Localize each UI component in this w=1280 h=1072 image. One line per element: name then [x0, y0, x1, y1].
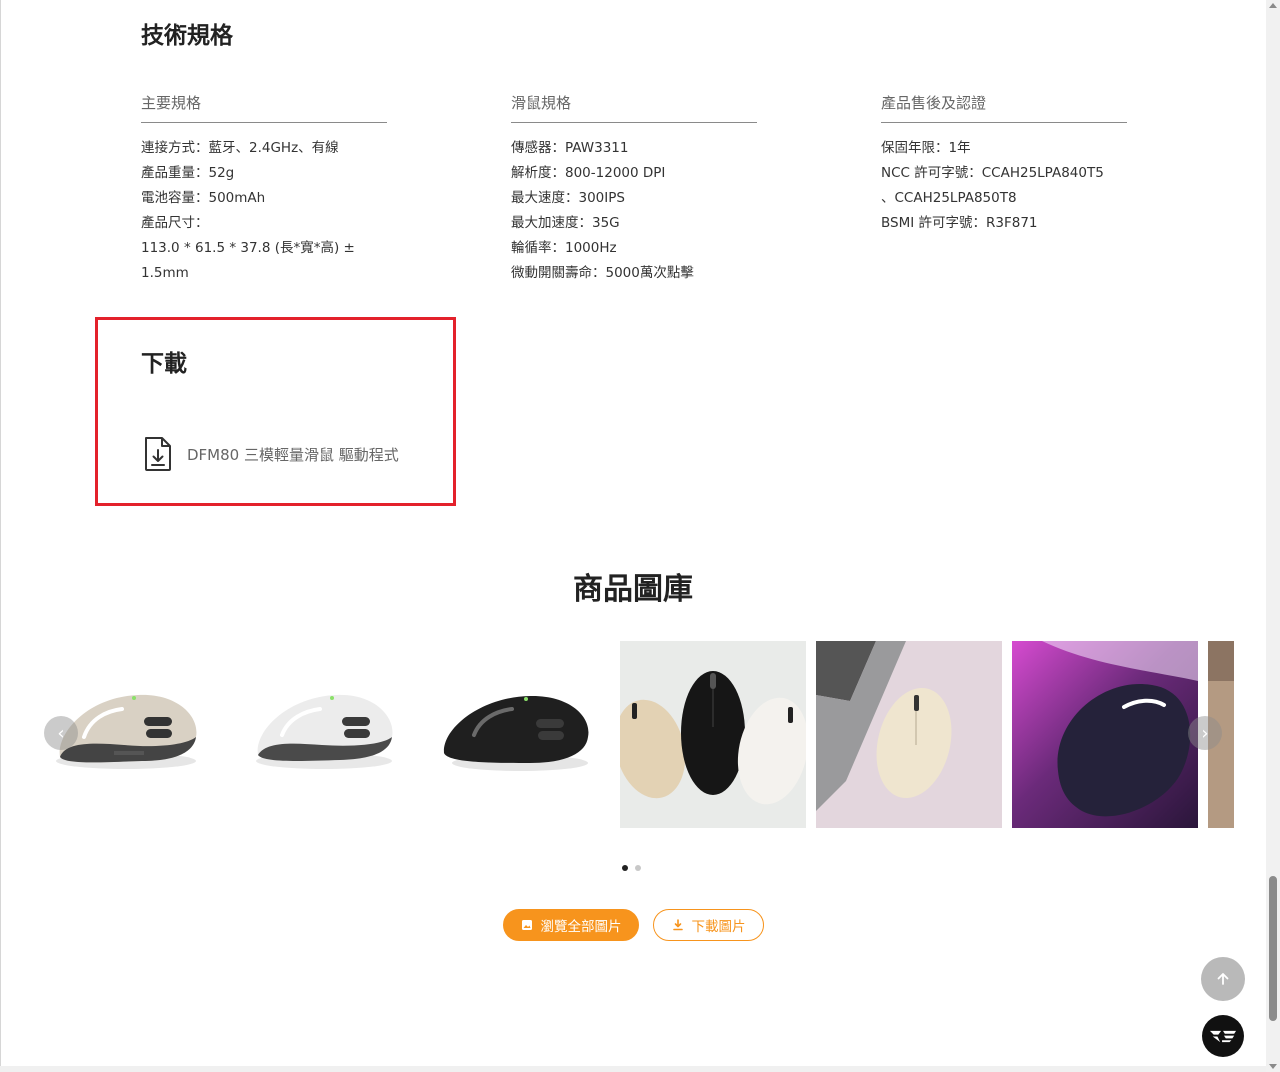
spec-item: 113.0 * 61.5 * 37.8 (長*寬*高) ± 1.5mm	[141, 240, 355, 281]
gallery-title: 商品圖庫	[573, 572, 693, 607]
page-scrollbar[interactable]	[1266, 0, 1280, 1072]
gallery-image-black-mouse[interactable]	[418, 641, 604, 828]
spec-item: 最大加速度：35G	[511, 215, 620, 231]
spec-item: 電池容量：500mAh	[141, 190, 266, 206]
page-footer-edge	[0, 1066, 1266, 1072]
spec-item: NCC 許可字號：CCAH25LPA840T5	[881, 165, 1104, 181]
spec-heading-warranty: 產品售後及認證	[881, 92, 1127, 123]
spec-heading-mouse: 滑鼠規格	[511, 92, 757, 123]
brand-logo-icon	[1209, 1030, 1237, 1042]
spec-item: 解析度：800-12000 DPI	[511, 165, 666, 181]
image-icon	[521, 920, 532, 930]
arrow-up-icon	[1217, 973, 1229, 985]
spec-column-main: 主要規格 連接方式：藍牙、2.4GHz、有線 產品重量：52g 電池容量：500…	[141, 92, 387, 286]
spec-item: 輪循率：1000Hz	[511, 240, 617, 256]
scroll-down-icon[interactable]	[1269, 1064, 1277, 1069]
spec-column-mouse: 滑鼠規格 傳感器：PAW3311 解析度：800-12000 DPI 最大速度：…	[511, 92, 757, 286]
specs-title: 技術規格	[141, 23, 233, 49]
scrollbar-thumb[interactable]	[1269, 876, 1277, 1021]
scroll-up-icon[interactable]	[1269, 3, 1277, 8]
spec-item: 、CCAH25LPA850T8	[881, 190, 1017, 206]
download-images-label: 下載圖片	[691, 919, 746, 935]
gallery-image-three-mice[interactable]	[620, 641, 806, 828]
spec-item: 最大速度：300IPS	[511, 190, 625, 206]
gallery-page-dot[interactable]	[622, 865, 628, 871]
spec-heading-main: 主要規格	[141, 92, 387, 123]
gallery-pagination	[622, 865, 641, 871]
gallery-image-mouse-on-desk[interactable]	[816, 641, 1002, 828]
page-border	[0, 0, 1, 1072]
gallery-image-white-mouse[interactable]	[222, 641, 408, 828]
spec-item: 微動開關壽命：5000萬次點擊	[511, 265, 694, 281]
download-title: 下載	[141, 351, 187, 377]
product-gallery	[26, 641, 1234, 828]
spec-item: BSMI 許可字號：R3F871	[881, 215, 1038, 231]
spec-item: 傳感器：PAW3311	[511, 140, 629, 156]
gallery-image-mouse-neon[interactable]	[1012, 641, 1198, 828]
spec-item: 保固年限：1年	[881, 140, 971, 156]
brand-chat-button[interactable]	[1202, 1015, 1244, 1057]
download-driver-link[interactable]: DFM80 三模輕量滑鼠 驅動程式	[143, 436, 399, 472]
chevron-left-icon[interactable]: ‹	[44, 716, 78, 750]
spec-item: 產品尺寸：	[141, 215, 209, 231]
spec-item: 產品重量：52g	[141, 165, 235, 181]
gallery-page-dot[interactable]	[635, 865, 641, 871]
download-icon	[672, 919, 683, 931]
spec-column-warranty: 產品售後及認證 保固年限：1年 NCC 許可字號：CCAH25LPA840T5 …	[881, 92, 1127, 236]
download-images-button[interactable]: 下載圖片	[653, 909, 764, 941]
download-driver-label: DFM80 三模輕量滑鼠 驅動程式	[187, 445, 399, 464]
spec-item: 連接方式：藍牙、2.4GHz、有線	[141, 140, 339, 156]
browse-all-images-label: 瀏覽全部圖片	[540, 919, 622, 935]
back-to-top-button[interactable]	[1201, 957, 1245, 1001]
chevron-right-icon[interactable]: ›	[1188, 716, 1222, 750]
file-download-icon	[145, 437, 171, 471]
browse-all-images-button[interactable]: 瀏覽全部圖片	[503, 909, 639, 941]
